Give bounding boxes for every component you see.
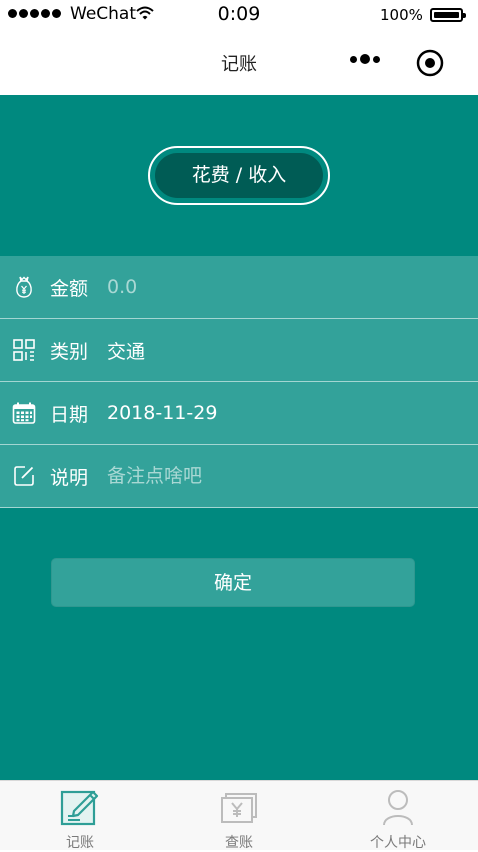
- date-row[interactable]: 日期 2018-11-29: [0, 382, 478, 445]
- tab-records[interactable]: 查账: [159, 781, 319, 851]
- category-value: 交通: [107, 340, 146, 363]
- battery-icon: [430, 8, 466, 22]
- close-miniprogram-icon[interactable]: [416, 49, 444, 77]
- note-label: 说明: [50, 466, 89, 489]
- edit-icon: [14, 466, 34, 486]
- more-options-button[interactable]: [350, 54, 380, 64]
- note-input[interactable]: [107, 465, 447, 487]
- tab-profile[interactable]: 个人中心: [318, 781, 478, 851]
- main-content: 花费 / 收入 金额 类别 交通: [0, 95, 478, 780]
- amount-label: 金额: [50, 277, 89, 300]
- battery-percent: 100%: [380, 6, 423, 24]
- tab-label: 个人中心: [370, 835, 426, 851]
- amount-row[interactable]: 金额: [0, 256, 478, 319]
- confirm-button[interactable]: 确定: [51, 558, 415, 607]
- money-bag-icon: [16, 276, 32, 298]
- page-title: 记账: [221, 54, 257, 75]
- edit-note-icon: [60, 790, 99, 826]
- calendar-icon: [12, 402, 36, 424]
- tab-bar: 记账 查账 个人中心: [0, 780, 478, 851]
- grid-icon: [13, 339, 35, 361]
- category-label: 类别: [50, 340, 89, 363]
- category-row[interactable]: 类别 交通: [0, 319, 478, 382]
- tab-bookkeeping[interactable]: 记账: [0, 781, 160, 851]
- entry-form: 金额 类别 交通 日期: [0, 256, 478, 508]
- expense-income-toggle[interactable]: 花费 / 收入: [148, 146, 330, 205]
- amount-input[interactable]: [107, 276, 447, 298]
- status-bar: WeChat 0:09 100%: [0, 0, 478, 30]
- toggle-label: 花费 / 收入: [155, 153, 323, 198]
- tab-label: 查账: [225, 835, 253, 851]
- date-value: 2018-11-29: [107, 402, 218, 424]
- date-label: 日期: [50, 403, 89, 426]
- nav-bar: 记账: [0, 30, 478, 95]
- person-icon: [383, 790, 413, 826]
- tab-label: 记账: [66, 835, 94, 851]
- note-row[interactable]: 说明: [0, 445, 478, 508]
- yen-bill-icon: [221, 793, 257, 823]
